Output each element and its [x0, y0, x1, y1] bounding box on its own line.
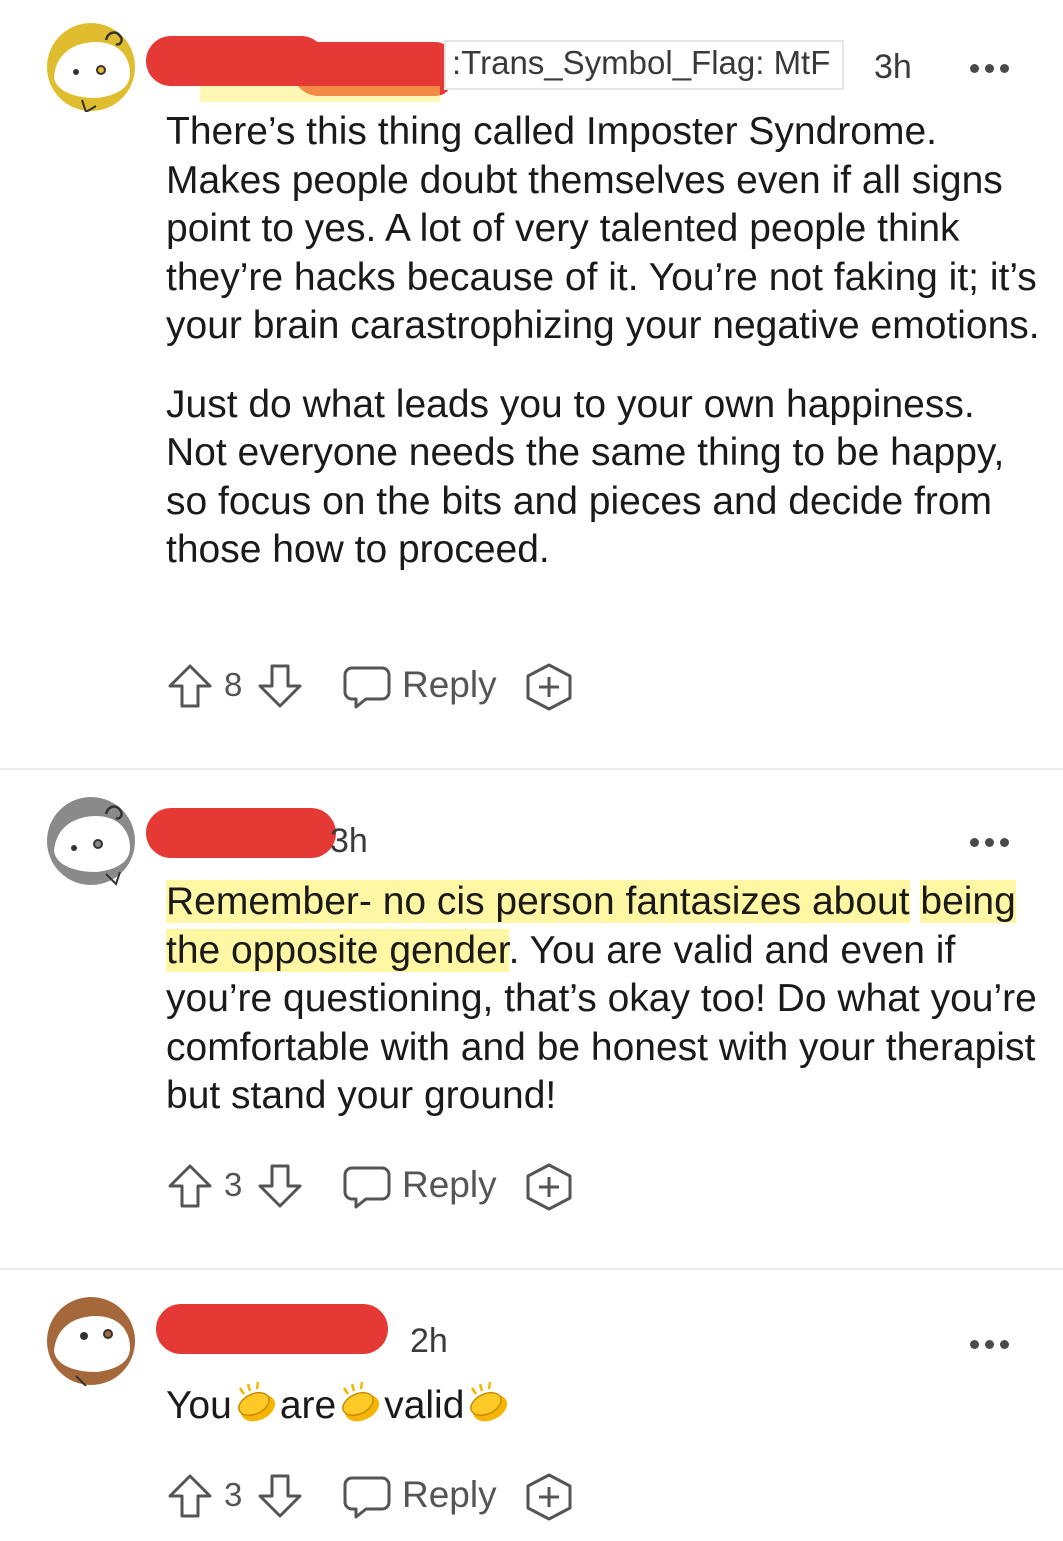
comment-actions: 8 Reply	[166, 662, 586, 712]
upvote-icon[interactable]	[166, 662, 214, 710]
timestamp: 3h	[874, 48, 912, 86]
vote-count: 3	[224, 1476, 243, 1513]
vote-count: 8	[224, 666, 243, 703]
comment: :Trans_Symbol_Flag: MtF 3h There’s this …	[0, 0, 1063, 770]
clapping-hands-icon	[237, 1381, 275, 1422]
redacted-username	[146, 808, 336, 858]
comment-word: valid	[384, 1384, 465, 1427]
comment-word: You	[166, 1384, 232, 1427]
comment: 3h Remember- no cis person fantasizes ab…	[0, 770, 1063, 1270]
vote-count: 3	[224, 1166, 243, 1203]
comment-actions: 3 Reply	[166, 1162, 586, 1212]
downvote-icon[interactable]	[256, 662, 304, 710]
comment-actions: 3 Reply	[166, 1472, 586, 1522]
downvote-icon[interactable]	[256, 1472, 304, 1520]
reply-button[interactable]: Reply	[402, 1164, 497, 1206]
highlight-mark	[200, 86, 440, 102]
timestamp: 3h	[330, 822, 368, 860]
comment-paragraph: Just do what leads you to your own happi…	[166, 382, 1005, 572]
award-icon[interactable]	[524, 1162, 574, 1212]
downvote-icon[interactable]	[256, 1162, 304, 1210]
more-options-icon[interactable]	[970, 1336, 1016, 1349]
comment-paragraph: There’s this thing called Imposter Syndr…	[166, 110, 1040, 347]
comment: 2h You are valid 3 Reply	[0, 1270, 1063, 1541]
reply-button[interactable]: Reply	[402, 664, 497, 706]
reply-icon[interactable]	[342, 664, 392, 710]
redacted-username	[156, 1304, 388, 1354]
more-options-icon[interactable]	[970, 834, 1016, 847]
award-icon[interactable]	[524, 662, 574, 712]
avatar[interactable]	[46, 22, 136, 112]
reply-icon[interactable]	[342, 1474, 392, 1520]
comment-body: You are valid	[166, 1380, 1046, 1431]
reply-icon[interactable]	[342, 1164, 392, 1210]
clapping-hands-icon	[342, 1381, 380, 1422]
comment-word: are	[279, 1384, 337, 1427]
upvote-icon[interactable]	[166, 1162, 214, 1210]
highlighted-text: Remember- no cis person fantasizes about	[166, 880, 910, 923]
avatar[interactable]	[46, 1296, 136, 1386]
clapping-hands-icon	[470, 1381, 508, 1422]
reply-button[interactable]: Reply	[402, 1474, 497, 1516]
comment-body: There’s this thing called Imposter Syndr…	[166, 108, 1046, 575]
avatar[interactable]	[46, 796, 136, 886]
timestamp: 2h	[410, 1322, 448, 1360]
more-options-icon[interactable]	[970, 60, 1016, 73]
upvote-icon[interactable]	[166, 1472, 214, 1520]
comment-body: Remember- no cis person fantasizes about…	[166, 878, 1046, 1121]
award-icon[interactable]	[524, 1472, 574, 1522]
user-flair: :Trans_Symbol_Flag: MtF	[444, 40, 845, 90]
